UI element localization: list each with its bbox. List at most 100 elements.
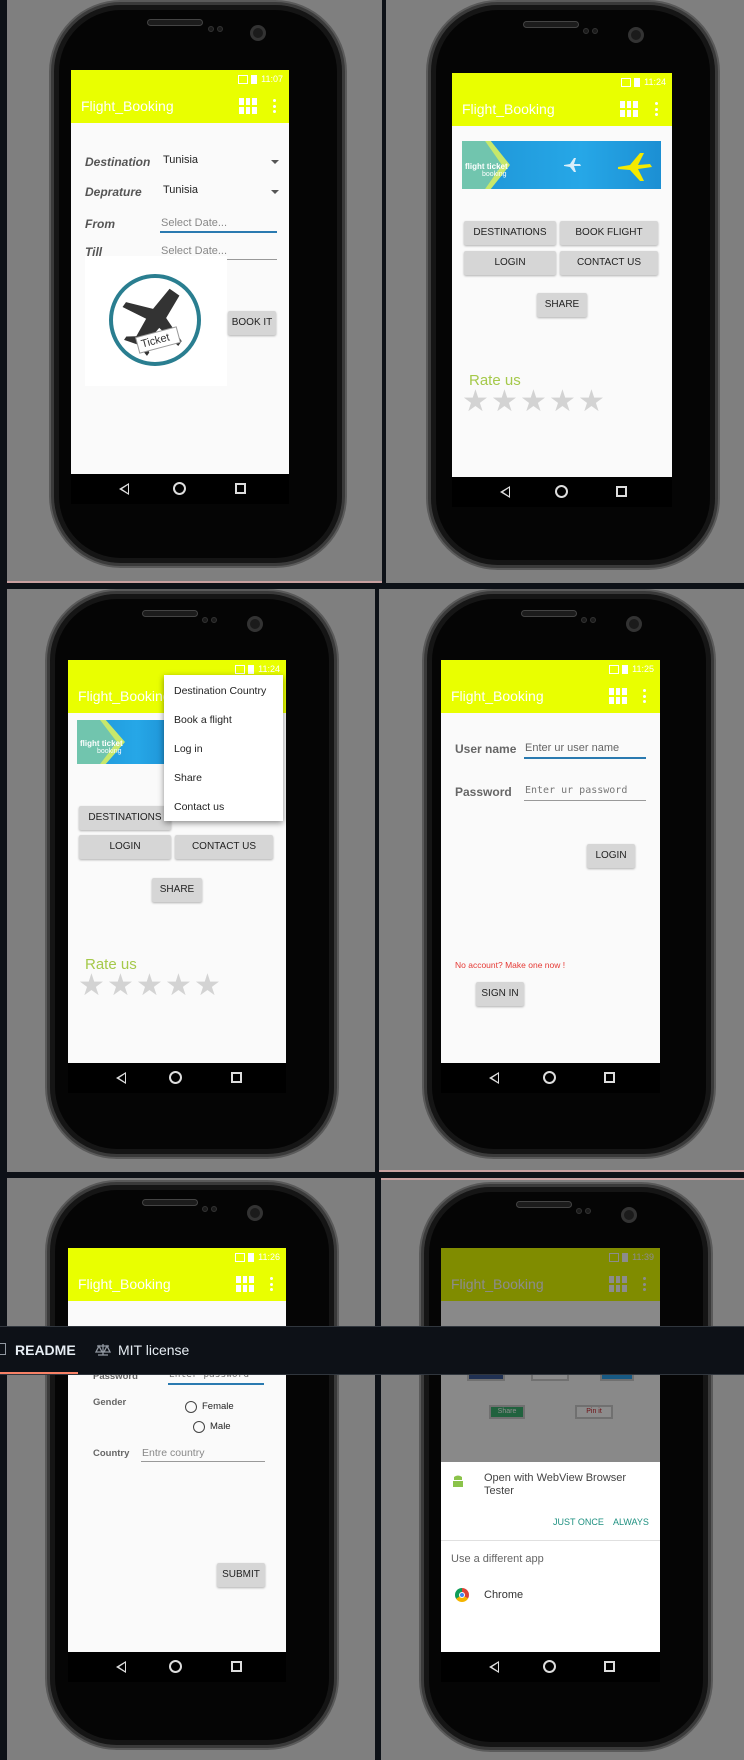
front-camera <box>626 616 642 632</box>
destinations-button[interactable]: DESTINATIONS <box>464 221 556 245</box>
tab-readme[interactable]: README <box>15 1342 76 1358</box>
book-flight-button[interactable]: BOOK FLIGHT <box>560 221 658 245</box>
star-icon[interactable]: ★ <box>107 971 134 1001</box>
home-icon[interactable] <box>543 1071 556 1084</box>
back-icon[interactable] <box>489 1072 499 1084</box>
back-icon[interactable] <box>500 486 510 498</box>
panel-home-screen: 11:24 Flight_Booking flight ticket booki… <box>386 0 744 583</box>
android-icon <box>453 1475 463 1487</box>
status-time: 11:07 <box>261 74 283 84</box>
ticket-image: Ticket <box>85 256 227 386</box>
username-field[interactable]: Enter ur user name <box>525 742 619 754</box>
star-icon[interactable]: ★ <box>165 971 192 1001</box>
overflow-menu-icon[interactable] <box>273 99 277 113</box>
menu-item-log-in[interactable]: Log in <box>174 743 203 755</box>
always-button[interactable]: ALWAYS <box>613 1517 649 1527</box>
nav-bar <box>441 1652 660 1682</box>
grid-icon[interactable] <box>609 688 627 704</box>
star-icon[interactable]: ★ <box>549 387 576 417</box>
app-bar: Flight_Booking <box>71 88 289 123</box>
banner-title: flight ticket <box>80 739 123 748</box>
back-icon[interactable] <box>119 483 129 495</box>
recent-apps-icon[interactable] <box>231 1661 242 1672</box>
password-field[interactable]: Enter ur password <box>525 785 627 796</box>
destination-label: Destination <box>85 155 151 169</box>
submit-button[interactable]: SUBMIT <box>217 1563 265 1587</box>
flight-banner: flight ticket booking <box>462 141 661 189</box>
chevron-down-icon[interactable] <box>271 190 279 194</box>
back-icon[interactable] <box>116 1072 126 1084</box>
destination-spinner[interactable]: Tunisia <box>163 154 198 166</box>
login-button[interactable]: LOGIN <box>79 835 171 859</box>
recent-apps-icon[interactable] <box>616 486 627 497</box>
status-bar: 11:24 <box>452 73 672 91</box>
home-icon[interactable] <box>169 1660 182 1673</box>
speaker <box>142 610 198 617</box>
star-icon[interactable]: ★ <box>136 971 163 1001</box>
home-icon[interactable] <box>169 1071 182 1084</box>
female-radio[interactable] <box>185 1401 197 1413</box>
front-camera <box>247 616 263 632</box>
speaker <box>523 21 579 28</box>
menu-item-book-flight[interactable]: Book a flight <box>174 714 232 726</box>
share-button[interactable]: SHARE <box>537 293 587 317</box>
home-icon[interactable] <box>173 482 186 495</box>
star-icon[interactable]: ★ <box>578 387 605 417</box>
grid-icon[interactable] <box>620 101 638 117</box>
share-button[interactable]: SHARE <box>152 878 202 902</box>
from-date-field[interactable]: Select Date... <box>161 217 227 229</box>
phone-screen: 11:24 Flight_Booking flight ticket booki… <box>452 73 672 477</box>
grid-icon[interactable] <box>236 1276 254 1292</box>
from-field-underline <box>160 231 277 233</box>
overflow-menu-icon[interactable] <box>643 689 647 703</box>
male-radio[interactable] <box>193 1421 205 1433</box>
overflow-menu-icon[interactable] <box>655 102 659 116</box>
phone-screen: 11:25 Flight_Booking User name Enter ur … <box>441 660 660 1063</box>
star-icon[interactable]: ★ <box>194 971 221 1001</box>
just-once-button[interactable]: JUST ONCE <box>553 1517 604 1527</box>
recent-apps-icon[interactable] <box>604 1072 615 1083</box>
departure-spinner[interactable]: Tunisia <box>163 184 198 196</box>
contact-us-button[interactable]: CONTACT US <box>560 251 658 275</box>
star-icon[interactable]: ★ <box>78 971 105 1001</box>
panel-login: 11:25 Flight_Booking User name Enter ur … <box>379 589 744 1172</box>
recent-apps-icon[interactable] <box>231 1072 242 1083</box>
nav-bar <box>441 1063 660 1093</box>
star-icon[interactable]: ★ <box>520 387 547 417</box>
menu-item-share[interactable]: Share <box>174 772 202 784</box>
sign-in-button[interactable]: SIGN IN <box>476 982 524 1006</box>
recent-apps-icon[interactable] <box>604 1661 615 1672</box>
speaker <box>521 610 577 617</box>
banner-title: flight ticket <box>465 162 508 171</box>
password-underline <box>168 1383 264 1385</box>
back-icon[interactable] <box>489 1661 499 1673</box>
login-button[interactable]: LOGIN <box>464 251 556 275</box>
battery-icon <box>251 75 258 85</box>
airplane-icon <box>564 158 581 172</box>
back-icon[interactable] <box>116 1661 126 1673</box>
speaker <box>142 1199 198 1206</box>
chrome-option[interactable]: Chrome <box>441 1580 660 1610</box>
status-time: 11:24 <box>258 664 280 674</box>
home-icon[interactable] <box>543 1660 556 1673</box>
recent-apps-icon[interactable] <box>235 483 246 494</box>
menu-item-contact-us[interactable]: Contact us <box>174 801 224 813</box>
contact-us-button[interactable]: CONTACT US <box>175 835 273 859</box>
menu-item-destination-country[interactable]: Destination Country <box>174 685 266 697</box>
signal-icon <box>235 665 246 675</box>
star-icon[interactable]: ★ <box>491 387 518 417</box>
home-icon[interactable] <box>555 485 568 498</box>
app-bar: Flight_Booking <box>68 1266 286 1301</box>
tab-license[interactable]: MIT license <box>118 1342 189 1358</box>
destinations-button[interactable]: DESTINATIONS <box>79 806 171 830</box>
grid-icon[interactable] <box>239 98 257 114</box>
country-field[interactable]: Entre country <box>142 1447 204 1459</box>
signup-link[interactable]: No account? Make one now ! <box>455 960 565 970</box>
overflow-menu-icon[interactable] <box>270 1277 274 1291</box>
sensor-dots <box>208 19 228 32</box>
book-it-button[interactable]: BOOK IT <box>228 311 276 335</box>
law-scale-icon <box>95 1344 111 1356</box>
login-button[interactable]: LOGIN <box>587 844 635 868</box>
chevron-down-icon[interactable] <box>271 160 279 164</box>
star-icon[interactable]: ★ <box>462 387 489 417</box>
